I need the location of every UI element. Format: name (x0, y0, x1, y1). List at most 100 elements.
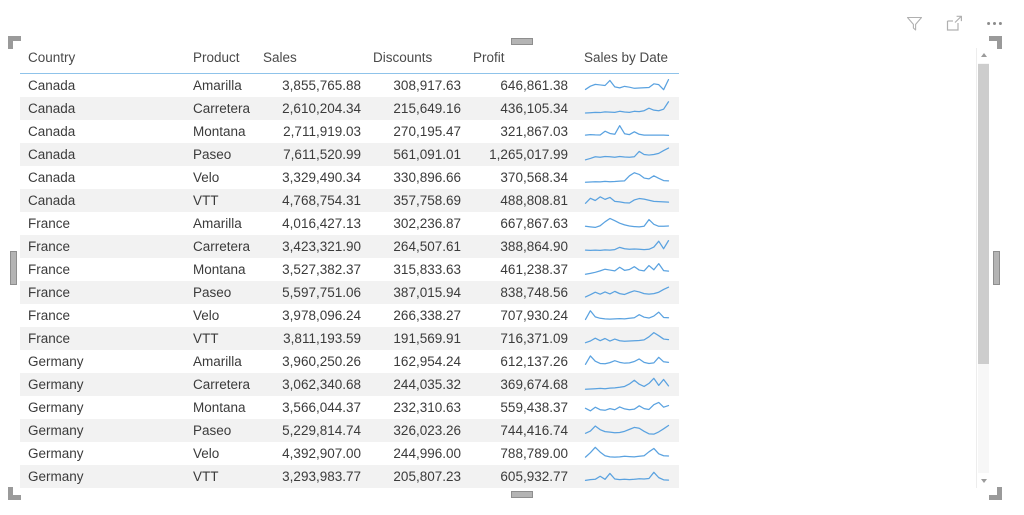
cell-profit: 612,137.26 (473, 350, 578, 373)
cell-discounts: 387,015.94 (373, 281, 473, 304)
table-header: Country Product Sales Discounts Profit S… (20, 46, 679, 74)
column-header-sales-by-date[interactable]: Sales by Date (578, 46, 679, 74)
scroll-down-arrow-icon[interactable] (977, 474, 990, 488)
cell-country: Germany (20, 373, 193, 396)
table-row[interactable]: CanadaVelo3,329,490.34330,896.66370,568.… (20, 166, 679, 189)
cell-profit: 436,105.34 (473, 97, 578, 120)
table-row[interactable]: CanadaAmarilla3,855,765.88308,917.63646,… (20, 74, 679, 98)
cell-sales: 3,293,983.77 (263, 465, 373, 488)
table-row[interactable]: FranceVTT3,811,193.59191,569.91716,371.0… (20, 327, 679, 350)
cell-country: France (20, 258, 193, 281)
cell-profit: 744,416.74 (473, 419, 578, 442)
table-row[interactable]: CanadaVTT4,768,754.31357,758.69488,808.8… (20, 189, 679, 212)
cell-product: Montana (193, 120, 263, 143)
cell-discounts: 315,833.63 (373, 258, 473, 281)
cell-profit: 370,568.34 (473, 166, 578, 189)
table-visual[interactable]: Country Product Sales Discounts Profit S… (14, 42, 996, 494)
cell-sparkline (578, 281, 679, 304)
cell-country: Canada (20, 189, 193, 212)
table-row[interactable]: CanadaPaseo7,611,520.99561,091.011,265,0… (20, 143, 679, 166)
cell-product: Paseo (193, 143, 263, 166)
cell-product: Velo (193, 442, 263, 465)
cell-sales: 3,062,340.68 (263, 373, 373, 396)
cell-profit: 667,867.63 (473, 212, 578, 235)
table-row[interactable]: GermanyCarretera3,062,340.68244,035.3236… (20, 373, 679, 396)
table-scroll-area: Country Product Sales Discounts Profit S… (20, 46, 968, 488)
column-header-product[interactable]: Product (193, 46, 263, 74)
table-row[interactable]: FrancePaseo5,597,751.06387,015.94838,748… (20, 281, 679, 304)
cell-sales: 3,423,321.90 (263, 235, 373, 258)
column-header-country[interactable]: Country (20, 46, 193, 74)
cell-country: France (20, 281, 193, 304)
resize-handle-top-right[interactable] (989, 36, 1002, 49)
resize-handle-bottom[interactable] (511, 491, 533, 498)
cell-country: Canada (20, 74, 193, 98)
cell-sparkline (578, 258, 679, 281)
cell-country: Germany (20, 396, 193, 419)
column-header-sales[interactable]: Sales (263, 46, 373, 74)
cell-country: Canada (20, 120, 193, 143)
table-vertical-scrollbar[interactable] (976, 48, 990, 488)
cell-profit: 788,789.00 (473, 442, 578, 465)
cell-sparkline (578, 442, 679, 465)
resize-handle-left[interactable] (10, 251, 17, 285)
cell-profit: 646,861.38 (473, 74, 578, 98)
table-row[interactable]: FranceMontana3,527,382.37315,833.63461,2… (20, 258, 679, 281)
cell-discounts: 232,310.63 (373, 396, 473, 419)
cell-country: Canada (20, 97, 193, 120)
table-row[interactable]: CanadaMontana2,711,919.03270,195.47321,8… (20, 120, 679, 143)
cell-sparkline (578, 396, 679, 419)
focus-mode-icon[interactable] (942, 11, 966, 35)
cell-profit: 707,930.24 (473, 304, 578, 327)
resize-handle-right[interactable] (993, 251, 1000, 285)
cell-sales: 3,811,193.59 (263, 327, 373, 350)
resize-handle-top-left[interactable] (8, 36, 21, 49)
resize-handle-bottom-left[interactable] (8, 487, 21, 500)
table-row[interactable]: CanadaCarretera2,610,204.34215,649.16436… (20, 97, 679, 120)
column-header-profit[interactable]: Profit (473, 46, 578, 74)
cell-product: VTT (193, 465, 263, 488)
cell-product: Carretera (193, 235, 263, 258)
cell-sales: 5,229,814.74 (263, 419, 373, 442)
cell-product: Paseo (193, 281, 263, 304)
table-row[interactable]: FranceAmarilla4,016,427.13302,236.87667,… (20, 212, 679, 235)
resize-handle-top[interactable] (511, 38, 533, 45)
cell-discounts: 302,236.87 (373, 212, 473, 235)
table-row[interactable]: GermanyPaseo5,229,814.74326,023.26744,41… (20, 419, 679, 442)
cell-sales: 5,597,751.06 (263, 281, 373, 304)
resize-handle-bottom-right[interactable] (989, 487, 1002, 500)
cell-country: France (20, 212, 193, 235)
cell-profit: 369,674.68 (473, 373, 578, 396)
cell-country: France (20, 235, 193, 258)
cell-product: Carretera (193, 97, 263, 120)
cell-sparkline (578, 189, 679, 212)
cell-product: VTT (193, 189, 263, 212)
table-row[interactable]: GermanyVTT3,293,983.77205,807.23605,932.… (20, 465, 679, 488)
cell-product: Amarilla (193, 212, 263, 235)
cell-discounts: 357,758.69 (373, 189, 473, 212)
table-row[interactable]: FranceVelo3,978,096.24266,338.27707,930.… (20, 304, 679, 327)
cell-product: Amarilla (193, 74, 263, 98)
table-row[interactable]: FranceCarretera3,423,321.90264,507.61388… (20, 235, 679, 258)
cell-sales: 4,392,907.00 (263, 442, 373, 465)
cell-country: Germany (20, 419, 193, 442)
scrollbar-thumb[interactable] (978, 64, 989, 364)
cell-sparkline (578, 166, 679, 189)
table-row[interactable]: GermanyMontana3,566,044.37232,310.63559,… (20, 396, 679, 419)
table-row[interactable]: GermanyAmarilla3,960,250.26162,954.24612… (20, 350, 679, 373)
cell-profit: 461,238.37 (473, 258, 578, 281)
cell-country: Germany (20, 350, 193, 373)
cell-profit: 838,748.56 (473, 281, 578, 304)
visual-header-toolbar (902, 8, 1006, 38)
cell-sparkline (578, 235, 679, 258)
cell-sparkline (578, 350, 679, 373)
cell-sparkline (578, 97, 679, 120)
filter-icon[interactable] (902, 11, 926, 35)
table-row[interactable]: GermanyVelo4,392,907.00244,996.00788,789… (20, 442, 679, 465)
ellipsis-icon[interactable] (982, 11, 1006, 35)
column-header-discounts[interactable]: Discounts (373, 46, 473, 74)
scroll-up-arrow-icon[interactable] (977, 48, 990, 62)
cell-sparkline (578, 419, 679, 442)
cell-product: Montana (193, 396, 263, 419)
cell-discounts: 215,649.16 (373, 97, 473, 120)
